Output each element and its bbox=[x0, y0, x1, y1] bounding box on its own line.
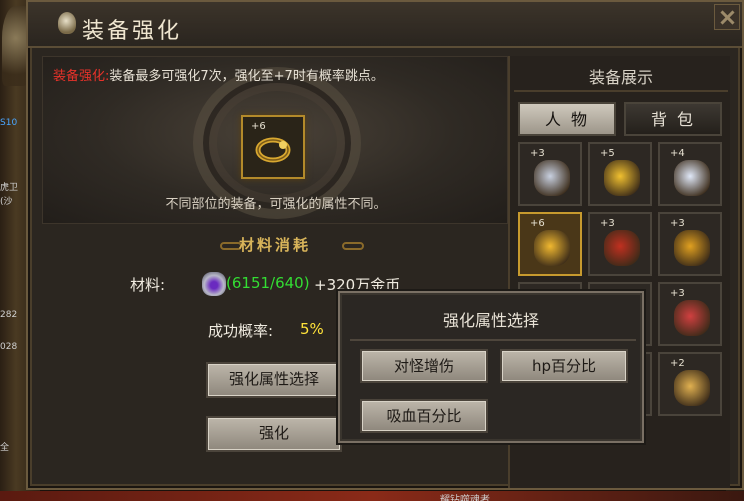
ring-icon bbox=[255, 137, 291, 163]
materials-label: 材料: bbox=[130, 276, 166, 294]
showcase-title: 装备展示 bbox=[588, 68, 653, 87]
necklace-icon bbox=[674, 160, 710, 196]
divider bbox=[514, 90, 728, 92]
option-monster-damage-button[interactable]: 对怪增伤 bbox=[360, 349, 488, 383]
slot-level: +4 bbox=[670, 148, 685, 159]
slot-level: +3 bbox=[670, 218, 685, 229]
equipment-slot[interactable]: +3 bbox=[518, 142, 582, 206]
gem-icon bbox=[58, 12, 76, 34]
popup-title: 强化属性选择 bbox=[442, 311, 539, 330]
equipment-slot[interactable]: +3 bbox=[588, 212, 652, 276]
equipment-slot[interactable]: +6 bbox=[518, 212, 582, 276]
close-button[interactable] bbox=[714, 4, 740, 30]
ring-icon bbox=[534, 230, 570, 266]
equipment-slot[interactable]: +2 bbox=[658, 352, 722, 416]
helmet-icon bbox=[534, 160, 570, 196]
notice-body: 装备最多可强化7次，强化至+7时有概率跳点。 bbox=[109, 69, 384, 84]
equipment-slot[interactable]: +3 bbox=[658, 282, 722, 346]
notice-text: 装备强化:装备最多可强化7次，强化至+7时有概率跳点。 bbox=[53, 65, 384, 84]
sword-icon bbox=[604, 160, 640, 196]
side-text: 虎卫 bbox=[0, 183, 19, 193]
attribute-select-popup: 强化属性选择 对怪增伤 hp百分比 吸血百分比 bbox=[338, 291, 644, 443]
selected-item-slot[interactable]: +6 bbox=[241, 115, 305, 179]
bottom-text: 耀钻噬魂者 bbox=[440, 495, 490, 501]
option-lifesteal-button[interactable]: 吸血百分比 bbox=[360, 399, 488, 433]
side-text: 028 bbox=[0, 342, 18, 352]
window-title: 装备强化 bbox=[82, 19, 183, 44]
slot-level: +3 bbox=[600, 218, 615, 229]
slot-level: +3 bbox=[670, 288, 685, 299]
slot-level: +3 bbox=[530, 148, 545, 159]
equipment-slot[interactable]: +3 bbox=[658, 212, 722, 276]
side-text: 282 bbox=[0, 310, 18, 320]
slot-level: +2 bbox=[670, 358, 685, 369]
book-icon bbox=[674, 370, 710, 406]
success-rate-value: 5% bbox=[300, 320, 324, 338]
tab-character[interactable]: 人物 bbox=[518, 102, 616, 136]
ore-icon bbox=[202, 272, 226, 296]
item-hint: 不同部位的装备，可强化的属性不同。 bbox=[165, 197, 387, 212]
attribute-select-button[interactable]: 强化属性选择 bbox=[206, 362, 342, 398]
materials-count: (6151/640) bbox=[226, 274, 310, 292]
equipment-slot[interactable]: +4 bbox=[658, 142, 722, 206]
slot-level: +6 bbox=[530, 218, 545, 229]
bottom-background bbox=[0, 491, 744, 501]
equipment-slot[interactable]: +5 bbox=[588, 142, 652, 206]
success-rate-label: 成功概率: bbox=[208, 322, 274, 340]
armor-icon bbox=[604, 230, 640, 266]
divider bbox=[350, 339, 636, 341]
side-text: 全 bbox=[0, 443, 10, 453]
ring-icon bbox=[674, 300, 710, 336]
bracelet-icon bbox=[674, 230, 710, 266]
notice-prefix: 装备强化: bbox=[53, 69, 110, 84]
slot-level: +5 bbox=[600, 148, 615, 159]
side-text: S10 bbox=[0, 118, 18, 128]
side-text: (沙 bbox=[0, 197, 13, 207]
item-display-box: 装备强化:装备最多可强化7次，强化至+7时有概率跳点。 +6 不同部位的装备，可… bbox=[42, 56, 508, 224]
ornament-right-icon bbox=[342, 242, 364, 250]
tab-bag[interactable]: 背包 bbox=[624, 102, 722, 136]
enhance-button[interactable]: 强化 bbox=[206, 416, 342, 452]
title-bar[interactable]: 装备强化 bbox=[28, 2, 742, 48]
option-hp-percent-button[interactable]: hp百分比 bbox=[500, 349, 628, 383]
